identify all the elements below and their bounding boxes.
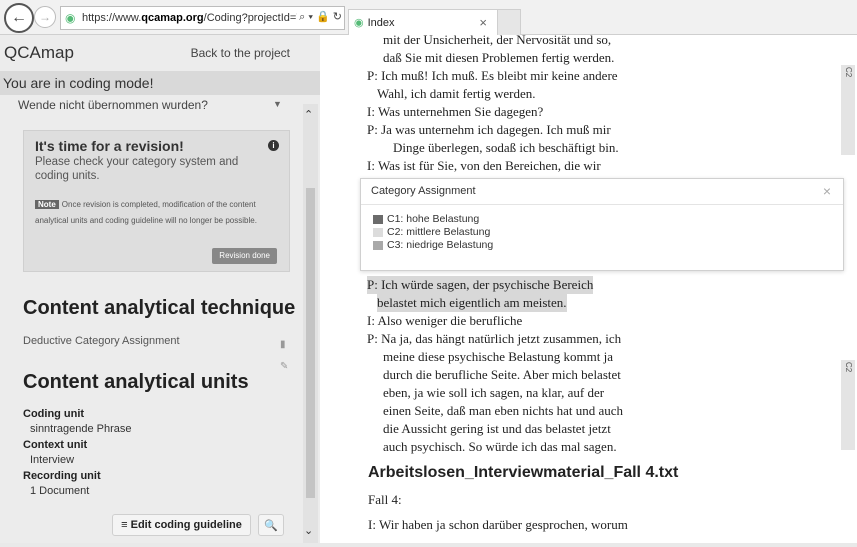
transcript-line[interactable]: mit der Unsicherheit, der Nervosität und… — [383, 31, 611, 49]
transcript-line[interactable]: I: Was unternehmen Sie dagegen? — [367, 103, 543, 121]
units-heading: Content analytical units — [23, 371, 249, 393]
transcript-line[interactable]: I: Wir haben ja schon darüber gesprochen… — [368, 517, 628, 533]
transcript-line[interactable]: I: Also weniger die berufliche — [367, 312, 522, 330]
transcript-line[interactable]: die Aussicht gering ist und das belastet… — [383, 420, 611, 438]
code-marker-label: C2 — [844, 67, 853, 78]
transcript-line[interactable]: P: Na ja, das hängt natürlich jetzt zusa… — [367, 330, 621, 348]
recording-unit-label: Recording unit — [23, 470, 101, 482]
revision-note-text: Once revision is completed, modification… — [35, 200, 257, 225]
info-icon[interactable]: i — [268, 140, 279, 151]
document-view: mit der Unsicherheit, der Nervosität und… — [320, 32, 857, 547]
edit-icon[interactable]: ✎ — [280, 361, 288, 372]
transcript-line[interactable]: Wahl, ich damit fertig werden. — [377, 85, 536, 103]
coding-sidebar: QCAmap Back to the project You are in co… — [0, 35, 320, 543]
transcript-line[interactable]: einen Seite, daß man eben nichts hat und… — [383, 402, 623, 420]
code-marker[interactable]: C2 — [841, 65, 855, 155]
highlighted-coded-line[interactable]: belastet mich eigentlich am meisten. — [377, 294, 567, 312]
tab-close-icon[interactable]: × — [479, 15, 487, 30]
close-icon[interactable]: × — [823, 183, 831, 199]
transcript-line[interactable]: P: Ja was unternehm ich dagegen. Ich muß… — [367, 121, 611, 139]
site-favicon-icon: ◉ — [65, 11, 76, 25]
back-to-project-link[interactable]: Back to the project — [191, 46, 290, 60]
note-badge: Note — [35, 200, 59, 209]
edit-coding-guideline-button[interactable]: ≡ Edit coding guideline — [112, 514, 251, 536]
horizontal-scrollbar[interactable] — [0, 543, 857, 547]
transcript-line[interactable]: I: Was ist für Sie, von den Bereichen, d… — [367, 157, 601, 175]
forward-arrow-icon[interactable]: → — [34, 6, 56, 28]
caret-down-icon[interactable]: ▼ — [273, 99, 282, 109]
transcript-line[interactable]: P: Ich muß! Ich muß. Es bleibt mir keine… — [367, 67, 618, 85]
context-unit-value: Interview — [30, 454, 75, 466]
guideline-item-truncated[interactable]: Wende nicht übernommen wurden? — [18, 98, 208, 112]
document-icon[interactable]: ▮ — [280, 339, 286, 350]
coding-unit-label: Coding unit — [23, 408, 85, 420]
code-marker[interactable]: C2 — [841, 360, 855, 450]
sidebar-header: QCAmap Back to the project — [0, 35, 320, 65]
address-bar-tools[interactable]: ⌕ ▾ 🔒 ↻ — [297, 10, 342, 24]
back-arrow-icon[interactable]: ← — [4, 3, 34, 33]
revision-note: Note Once revision is completed, modifica… — [35, 197, 280, 229]
tab-title: Index — [367, 16, 395, 29]
scrollbar-thumb[interactable] — [306, 188, 315, 498]
technique-item: Deductive Category Assignment — [23, 335, 180, 347]
transcript-line[interactable]: daß Sie mit diesen Problemen fertig werd… — [383, 49, 614, 67]
category-label: C1: hohe Belastung — [387, 213, 480, 225]
context-unit-label: Context unit — [23, 439, 88, 451]
category-option-c1[interactable]: C1: hohe Belastung — [373, 213, 479, 225]
category-swatch — [373, 214, 383, 224]
transcript-line[interactable]: eben, ja wie soll ich sagen, na klar, au… — [383, 384, 604, 402]
code-marker-label: C2 — [844, 362, 853, 373]
revision-text: Please check your category system and co… — [35, 156, 239, 182]
app-title: QCAmap — [4, 43, 74, 62]
case-label: Fall 4: — [368, 492, 402, 507]
category-label: C3: niedrige Belastung — [387, 239, 494, 251]
coding-unit-value: sinntragende Phrase — [30, 423, 132, 435]
category-option-c3[interactable]: C3: niedrige Belastung — [373, 239, 493, 251]
search-icon: 🔍 — [264, 519, 278, 532]
url-text[interactable]: https://www.qcamap.org/Coding?projectId=… — [82, 12, 322, 24]
category-label: C2: mittlere Belastung — [387, 226, 491, 238]
transcript-line[interactable]: auch psychisch. So würde ich das mal sag… — [383, 438, 617, 456]
scroll-up-icon[interactable]: ⌃ — [304, 108, 313, 121]
revision-done-button[interactable]: Revision done — [212, 248, 277, 264]
address-bar[interactable]: ◉ https://www.qcamap.org/Coding?projectI… — [60, 6, 345, 30]
technique-heading: Content analytical technique — [23, 297, 296, 319]
dialog-divider — [361, 204, 843, 205]
coding-mode-banner: You are in coding mode! — [0, 71, 320, 95]
transcript-line[interactable]: durch die berufliche Seite. Aber mich be… — [383, 366, 621, 384]
tab-favicon-icon: ◉ — [354, 17, 364, 29]
transcript-line[interactable]: meine diese psychische Belastung kommt j… — [383, 348, 613, 366]
category-option-c2[interactable]: C2: mittlere Belastung — [373, 226, 490, 238]
document-heading: Arbeitslosen_Interviewmaterial_Fall 4.tx… — [368, 464, 679, 481]
browser-toolbar: ← → ◉ https://www.qcamap.org/Coding?proj… — [0, 0, 857, 35]
dialog-title: Category Assignment — [371, 185, 476, 197]
category-assignment-dialog: Category Assignment × C1: hohe Belastung… — [360, 178, 844, 271]
search-button[interactable]: 🔍 — [258, 514, 284, 536]
scroll-down-icon[interactable]: ⌄ — [304, 524, 313, 537]
highlighted-coded-line[interactable]: P: Ich würde sagen, der psychische Berei… — [367, 276, 594, 294]
revision-panel: It's time for a revision! i Please check… — [23, 130, 290, 272]
revision-title: It's time for a revision! — [35, 138, 184, 154]
category-swatch — [373, 227, 383, 237]
sidebar-scrollbar[interactable]: ⌃ ⌄ — [303, 104, 318, 543]
recording-unit-value: 1 Document — [30, 485, 90, 497]
transcript-line[interactable]: Dinge überlegen, sodaß ich beschäftigt b… — [393, 139, 619, 157]
category-swatch — [373, 240, 383, 250]
